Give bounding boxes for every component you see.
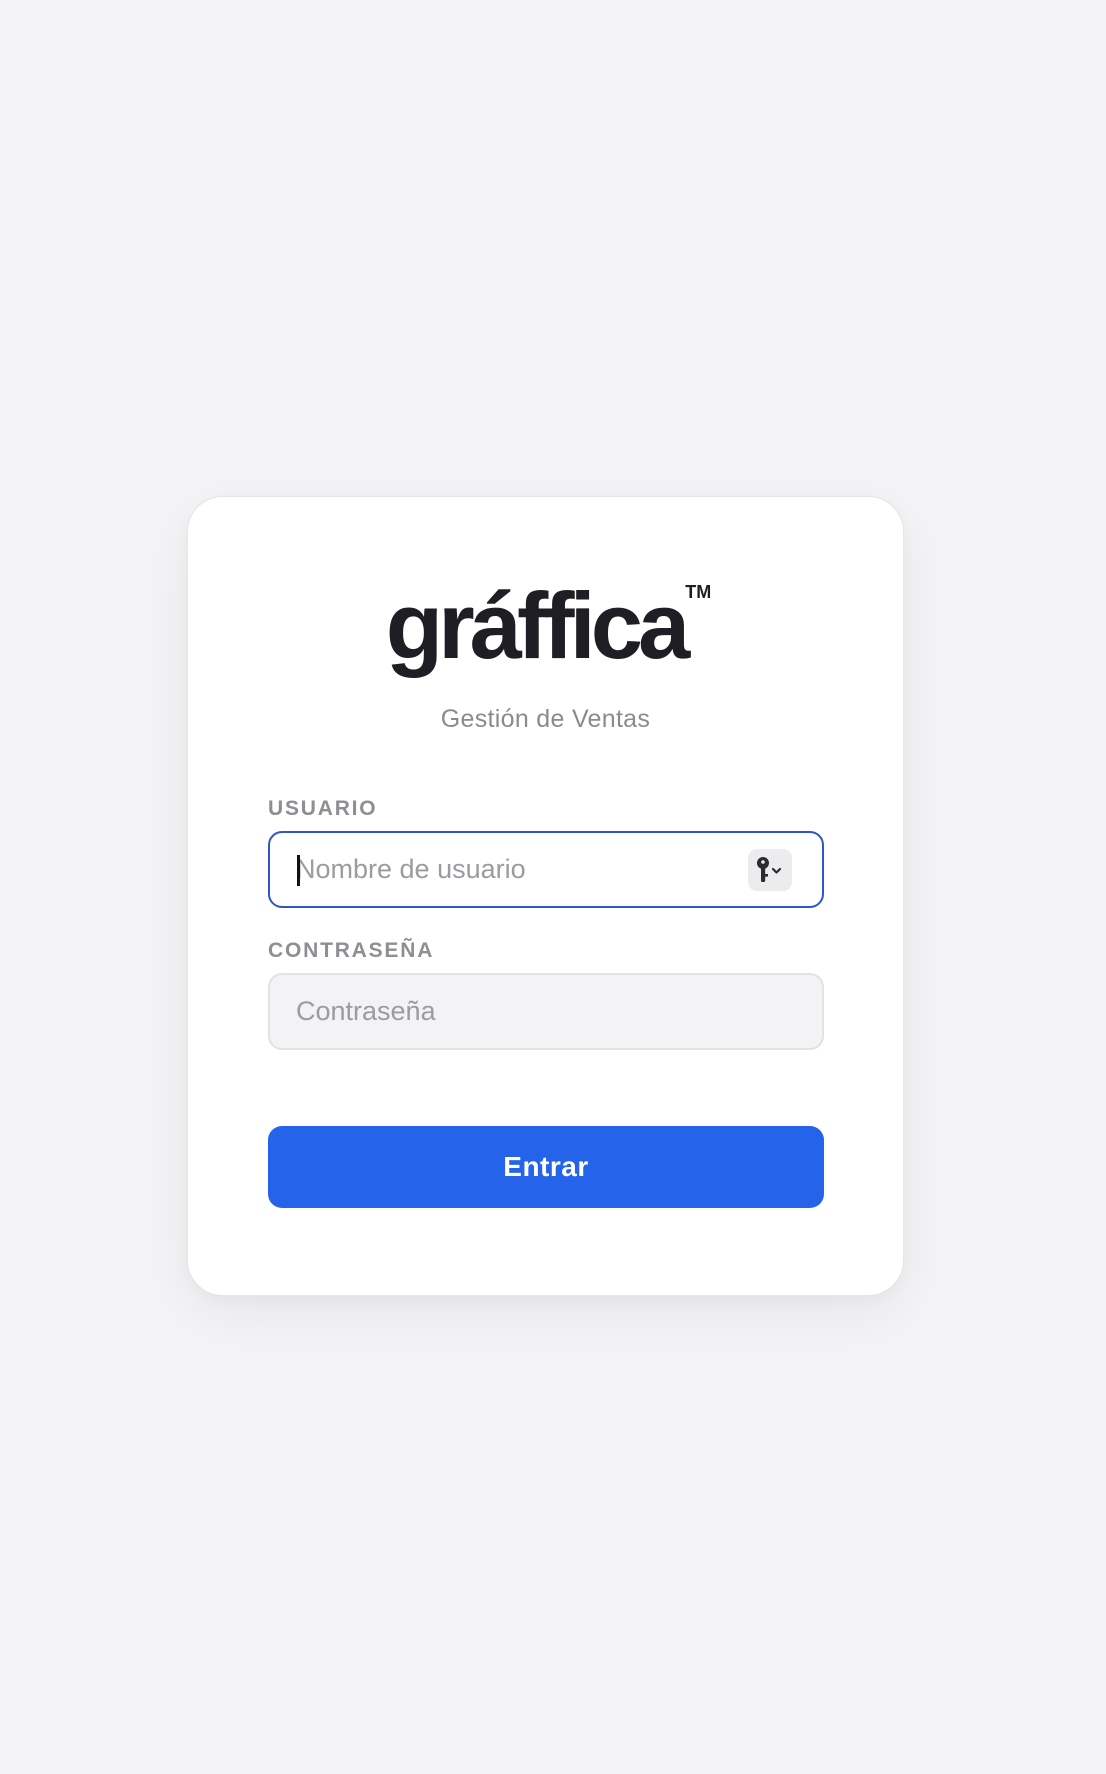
password-input[interactable] xyxy=(296,975,736,1048)
brand-logo: gráffica TM xyxy=(188,579,903,673)
username-label: USUARIO xyxy=(268,797,378,820)
trademark-symbol: TM xyxy=(685,582,712,602)
login-card: gráfficaTM Gestión de Ventas USUARIO CON… xyxy=(187,496,904,1296)
chevron-down-icon xyxy=(771,867,782,874)
username-input[interactable] xyxy=(296,833,736,906)
text-cursor xyxy=(297,855,300,886)
login-button[interactable]: Entrar xyxy=(268,1126,824,1208)
password-manager-button[interactable] xyxy=(748,849,792,891)
logo-text: gráffica xyxy=(385,573,691,678)
username-field[interactable] xyxy=(268,831,824,908)
logo-wordmark: gráffica TM xyxy=(386,579,712,673)
password-field[interactable] xyxy=(268,973,824,1050)
password-label: CONTRASEÑA xyxy=(268,939,435,962)
app-subtitle: Gestión de Ventas xyxy=(440,705,651,733)
key-icon xyxy=(757,857,782,882)
